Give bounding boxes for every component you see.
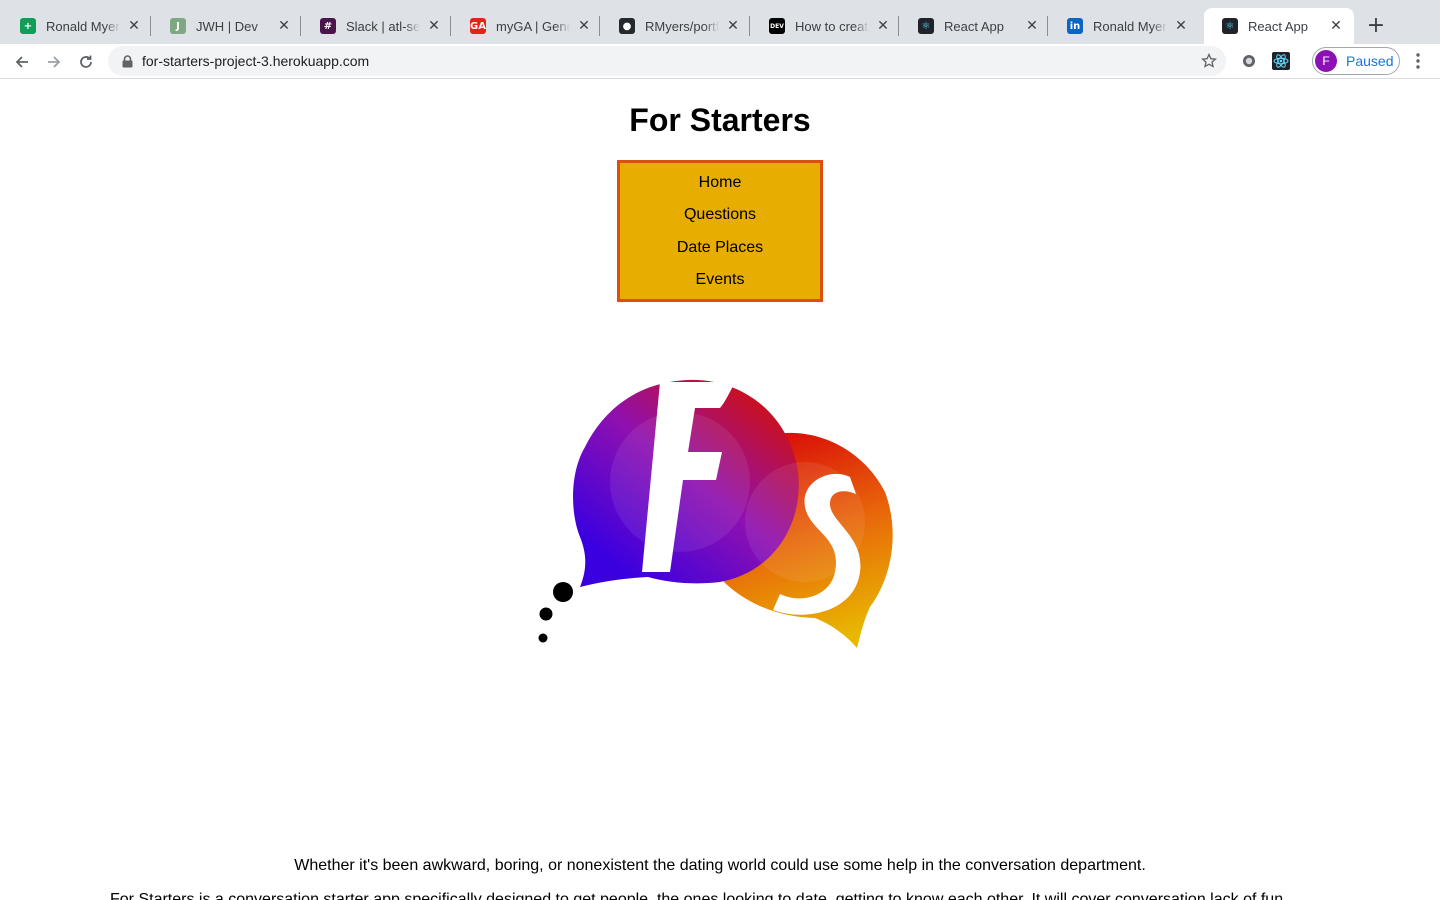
nav-link-events[interactable]: Events (696, 267, 745, 299)
tab-title: myGA | General (496, 18, 570, 34)
react-devtools-icon[interactable] (1271, 51, 1291, 71)
linkedin-icon: in (1067, 18, 1083, 34)
arrow-left-icon (15, 56, 28, 68)
react-icon: ⚛ (918, 18, 934, 34)
react-icon: ⚛ (1222, 18, 1238, 34)
site-nav: Home Questions Date Places Events (617, 160, 823, 302)
tab-separator (898, 16, 899, 36)
browser-toolbar: for-starters-project-3.herokuapp.com F P… (0, 44, 1440, 79)
google-sheets-icon: + (20, 18, 36, 34)
tab-title: JWH | Dev (196, 18, 258, 34)
new-tab-button[interactable]: + (1364, 13, 1388, 38)
page-content: For Starters Home Questions Date Places … (0, 80, 1440, 900)
browser-tab[interactable]: DEV How to create ✕ (751, 8, 901, 44)
forward-button[interactable] (40, 48, 68, 76)
browser-menu-icon[interactable] (1408, 51, 1428, 71)
browser-tab[interactable]: ⚛ React App ✕ (1204, 8, 1354, 44)
intro-text: Whether it's been awkward, boring, or no… (294, 857, 1146, 874)
back-button[interactable] (8, 48, 36, 76)
profile-button[interactable]: F Paused (1312, 47, 1400, 75)
tab-title: Ronald Myers - (46, 18, 120, 34)
intro-text-cutoff: For Starters is a conversation starter a… (110, 891, 1288, 900)
tab-close-icon[interactable]: ✕ (875, 18, 891, 34)
tab-close-icon[interactable]: ✕ (725, 18, 741, 34)
browser-tab[interactable]: in Ronald Myers ✕ (1049, 8, 1199, 44)
url-text[interactable]: for-starters-project-3.herokuapp.com (142, 53, 369, 69)
tab-separator (1047, 16, 1048, 36)
reload-button[interactable] (72, 48, 100, 76)
tab-close-icon[interactable]: ✕ (1024, 18, 1040, 34)
site-title: For Starters (629, 102, 811, 138)
tab-close-icon[interactable]: ✕ (576, 18, 592, 34)
avatar: F (1315, 50, 1337, 72)
browser-tab[interactable]: GA myGA | General ✕ (452, 8, 602, 44)
nav-link-date-places[interactable]: Date Places (677, 235, 763, 267)
extension-circle-icon[interactable] (1239, 51, 1259, 71)
arrow-right-icon (48, 56, 61, 68)
dev-to-icon: DEV (769, 18, 785, 34)
tab-title: React App (944, 18, 1004, 34)
address-bar[interactable]: for-starters-project-3.herokuapp.com (108, 46, 1226, 76)
browser-tab[interactable]: J JWH | Dev ✕ (152, 8, 302, 44)
tab-close-icon[interactable]: ✕ (126, 18, 142, 34)
tab-title: Ronald Myers (1093, 18, 1167, 34)
browser-tab[interactable]: + Ronald Myers - ✕ (2, 8, 152, 44)
tab-title: RMyers/portfolio (645, 18, 719, 34)
tab-close-icon[interactable]: ✕ (1173, 18, 1189, 34)
tab-separator (450, 16, 451, 36)
tab-separator (300, 16, 301, 36)
reload-icon (80, 55, 92, 68)
browser-tab[interactable]: # Slack | atl-sei2 ✕ (302, 8, 452, 44)
lock-icon (120, 54, 134, 68)
tab-close-icon[interactable]: ✕ (426, 18, 442, 34)
tab-title: How to create (795, 18, 869, 34)
tab-strip: + Ronald Myers - ✕ J JWH | Dev ✕ # Slack | atl… (0, 0, 1440, 44)
tab-title: React App (1248, 18, 1308, 34)
general-assembly-icon: GA (470, 18, 486, 34)
slack-icon: # (320, 18, 336, 34)
tab-separator (150, 16, 151, 36)
browser-tab[interactable]: ● RMyers/portfolio ✕ (601, 8, 751, 44)
tab-separator (749, 16, 750, 36)
tab-title: Slack | atl-sei2 (346, 18, 420, 34)
github-icon: ● (619, 18, 635, 34)
for-starters-logo (530, 372, 900, 652)
j-letter-icon: J (170, 18, 186, 34)
profile-status: Paused (1346, 53, 1394, 69)
tab-close-icon[interactable]: ✕ (276, 18, 292, 34)
tab-close-icon[interactable]: ✕ (1328, 18, 1344, 34)
tab-separator (599, 16, 600, 36)
nav-link-home[interactable]: Home (699, 170, 742, 202)
browser-tab[interactable]: ⚛ React App ✕ (900, 8, 1050, 44)
nav-link-questions[interactable]: Questions (684, 202, 756, 234)
bookmark-star-icon[interactable] (1200, 52, 1218, 70)
